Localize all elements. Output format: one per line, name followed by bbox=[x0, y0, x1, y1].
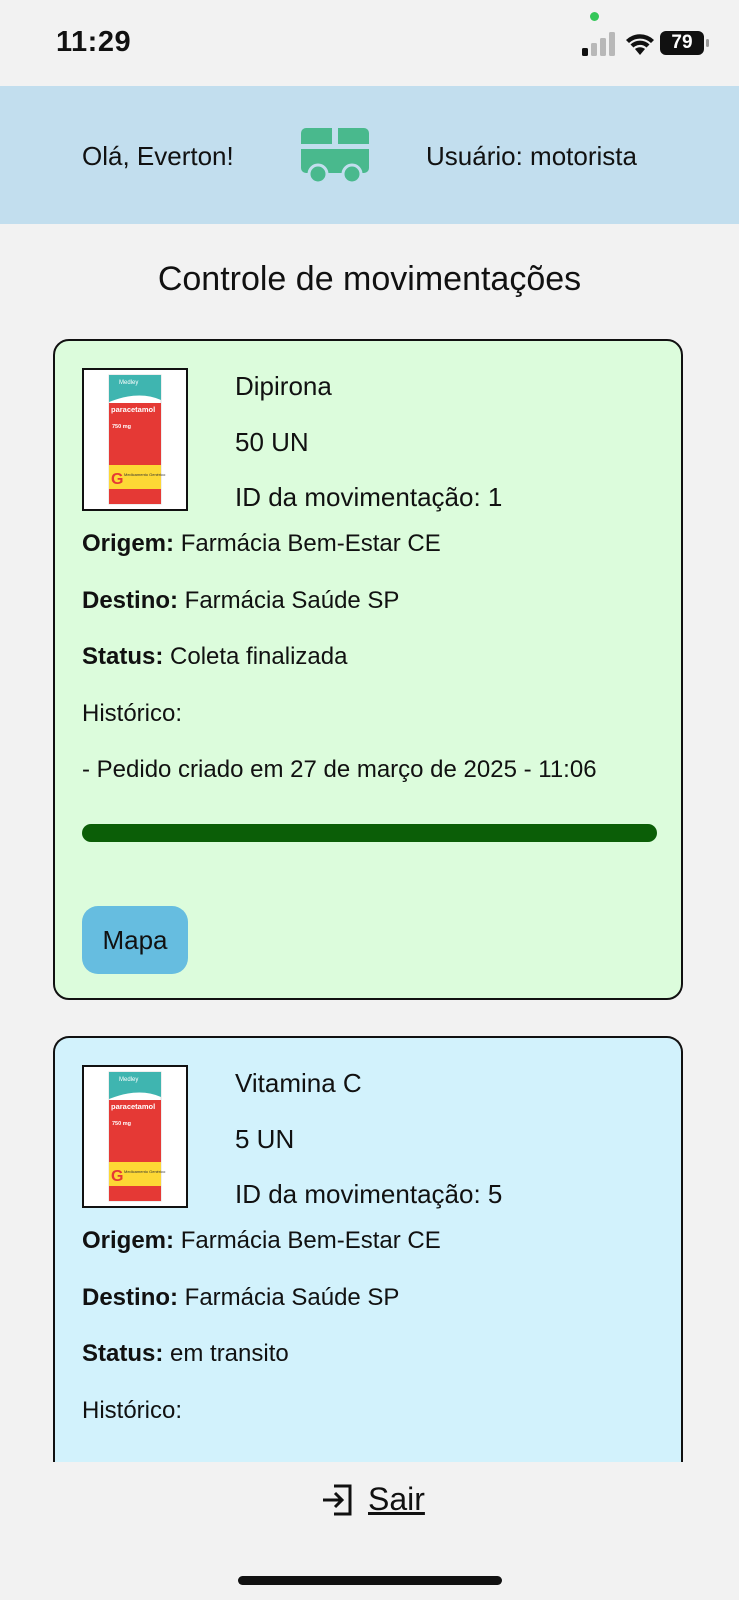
status-value: Coleta finalizada bbox=[170, 643, 348, 670]
status-time: 11:29 bbox=[56, 26, 132, 58]
origin-label: Origem: bbox=[82, 1227, 175, 1254]
logout-label: Sair bbox=[368, 1481, 425, 1517]
status-bar: 11:29 79 bbox=[0, 0, 739, 86]
history-label: Histórico: bbox=[82, 1397, 183, 1424]
movement-card: Medley paracetamol 750 mg G Medicamento … bbox=[53, 1036, 683, 1496]
product-quantity: 5 UN bbox=[235, 1124, 295, 1154]
svg-text:750 mg: 750 mg bbox=[112, 424, 131, 430]
product-image: Medley paracetamol 750 mg G Medicamento … bbox=[82, 1065, 188, 1208]
origin-row: Origem: Farmácia Bem-Estar CE bbox=[82, 1227, 441, 1255]
svg-text:Medley: Medley bbox=[119, 380, 138, 386]
battery-level: 79 bbox=[671, 32, 693, 53]
product-image: Medley paracetamol 750 mg G Medicamento … bbox=[82, 368, 188, 511]
svg-text:Medley: Medley bbox=[119, 1077, 138, 1083]
svg-text:750 mg: 750 mg bbox=[112, 1121, 131, 1127]
product-name: Dipirona bbox=[235, 371, 332, 401]
battery-icon: 79 bbox=[660, 31, 710, 55]
status-label: Status: bbox=[82, 643, 164, 670]
destination-label: Destino: bbox=[82, 587, 178, 614]
svg-text:G: G bbox=[111, 471, 123, 488]
svg-text:Medicamento Genérico: Medicamento Genérico bbox=[124, 472, 166, 477]
user-role: Usuário: motorista bbox=[426, 141, 637, 171]
truck-icon bbox=[301, 126, 369, 185]
logout-button[interactable]: Sair bbox=[320, 1481, 425, 1518]
destination-row: Destino: Farmácia Saúde SP bbox=[82, 1284, 399, 1312]
wifi-icon bbox=[626, 34, 654, 55]
destination-row: Destino: Farmácia Saúde SP bbox=[82, 587, 399, 615]
destination-label: Destino: bbox=[82, 1284, 178, 1311]
destination-value: Farmácia Saúde SP bbox=[184, 1284, 400, 1311]
progress-bar bbox=[82, 824, 657, 842]
origin-value: Farmácia Bem-Estar CE bbox=[180, 1227, 441, 1254]
map-button[interactable]: Mapa bbox=[82, 906, 188, 974]
signal-icon bbox=[582, 32, 615, 56]
svg-text:G: G bbox=[111, 1168, 123, 1185]
origin-label: Origem: bbox=[82, 530, 175, 557]
history-entry: - Pedido criado em 27 de março de 2025 -… bbox=[82, 756, 597, 783]
movement-id: ID da movimentação: 5 bbox=[235, 1179, 503, 1209]
status-label: Status: bbox=[82, 1340, 164, 1367]
svg-text:Medicamento Genérico: Medicamento Genérico bbox=[124, 1169, 166, 1174]
logout-icon bbox=[323, 1484, 352, 1515]
svg-text:paracetamol: paracetamol bbox=[111, 1102, 155, 1111]
movement-card: Medley paracetamol 750 mg G Medicamento … bbox=[53, 339, 683, 1000]
home-indicator[interactable] bbox=[238, 1576, 502, 1585]
status-row: Status: Coleta finalizada bbox=[82, 643, 347, 671]
privacy-dot-icon bbox=[590, 12, 599, 21]
destination-value: Farmácia Saúde SP bbox=[184, 587, 400, 614]
product-name: Vitamina C bbox=[235, 1068, 362, 1098]
status-value: em transito bbox=[170, 1340, 289, 1367]
history-label: Histórico: bbox=[82, 700, 183, 727]
status-row: Status: em transito bbox=[82, 1340, 289, 1368]
movement-id: ID da movimentação: 1 bbox=[235, 482, 503, 512]
svg-text:paracetamol: paracetamol bbox=[111, 405, 155, 414]
origin-value: Farmácia Bem-Estar CE bbox=[180, 530, 441, 557]
greeting: Olá, Everton! bbox=[82, 141, 234, 171]
origin-row: Origem: Farmácia Bem-Estar CE bbox=[82, 530, 441, 558]
page-title: Controle de movimentações bbox=[157, 260, 582, 298]
product-quantity: 50 UN bbox=[235, 427, 309, 457]
